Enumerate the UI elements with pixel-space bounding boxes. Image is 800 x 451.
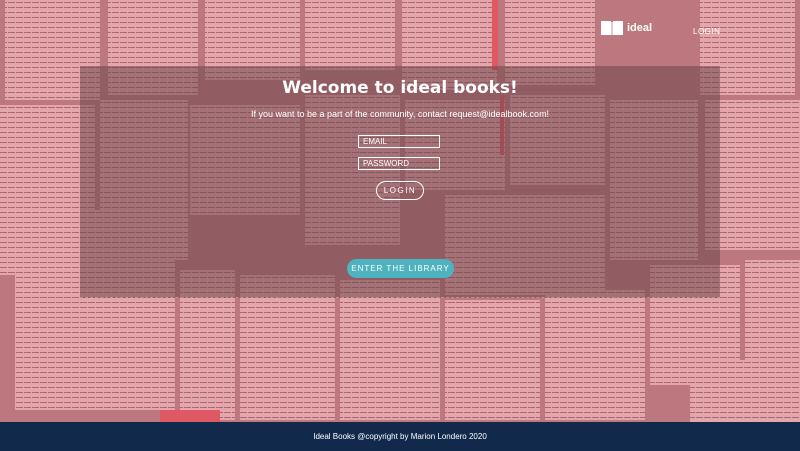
book-icon xyxy=(601,21,623,35)
page-title: Welcome to ideal books! xyxy=(282,78,518,98)
logo-text: ideal xyxy=(627,21,653,34)
page-subtitle: If you want to be a part of the communit… xyxy=(250,109,550,119)
nav-login-link[interactable]: LOGIN xyxy=(693,27,720,36)
enter-library-button[interactable]: ENTER THE LIBRARY xyxy=(347,259,454,278)
brand-logo[interactable]: ideal xyxy=(601,18,652,38)
footer-copyright: Ideal Books @copyright by Marion Londero… xyxy=(313,432,487,441)
password-field[interactable] xyxy=(358,157,440,170)
footer: Ideal Books @copyright by Marion Londero… xyxy=(0,422,800,451)
login-button[interactable]: LOGIN xyxy=(376,181,424,200)
email-field[interactable] xyxy=(358,135,440,148)
